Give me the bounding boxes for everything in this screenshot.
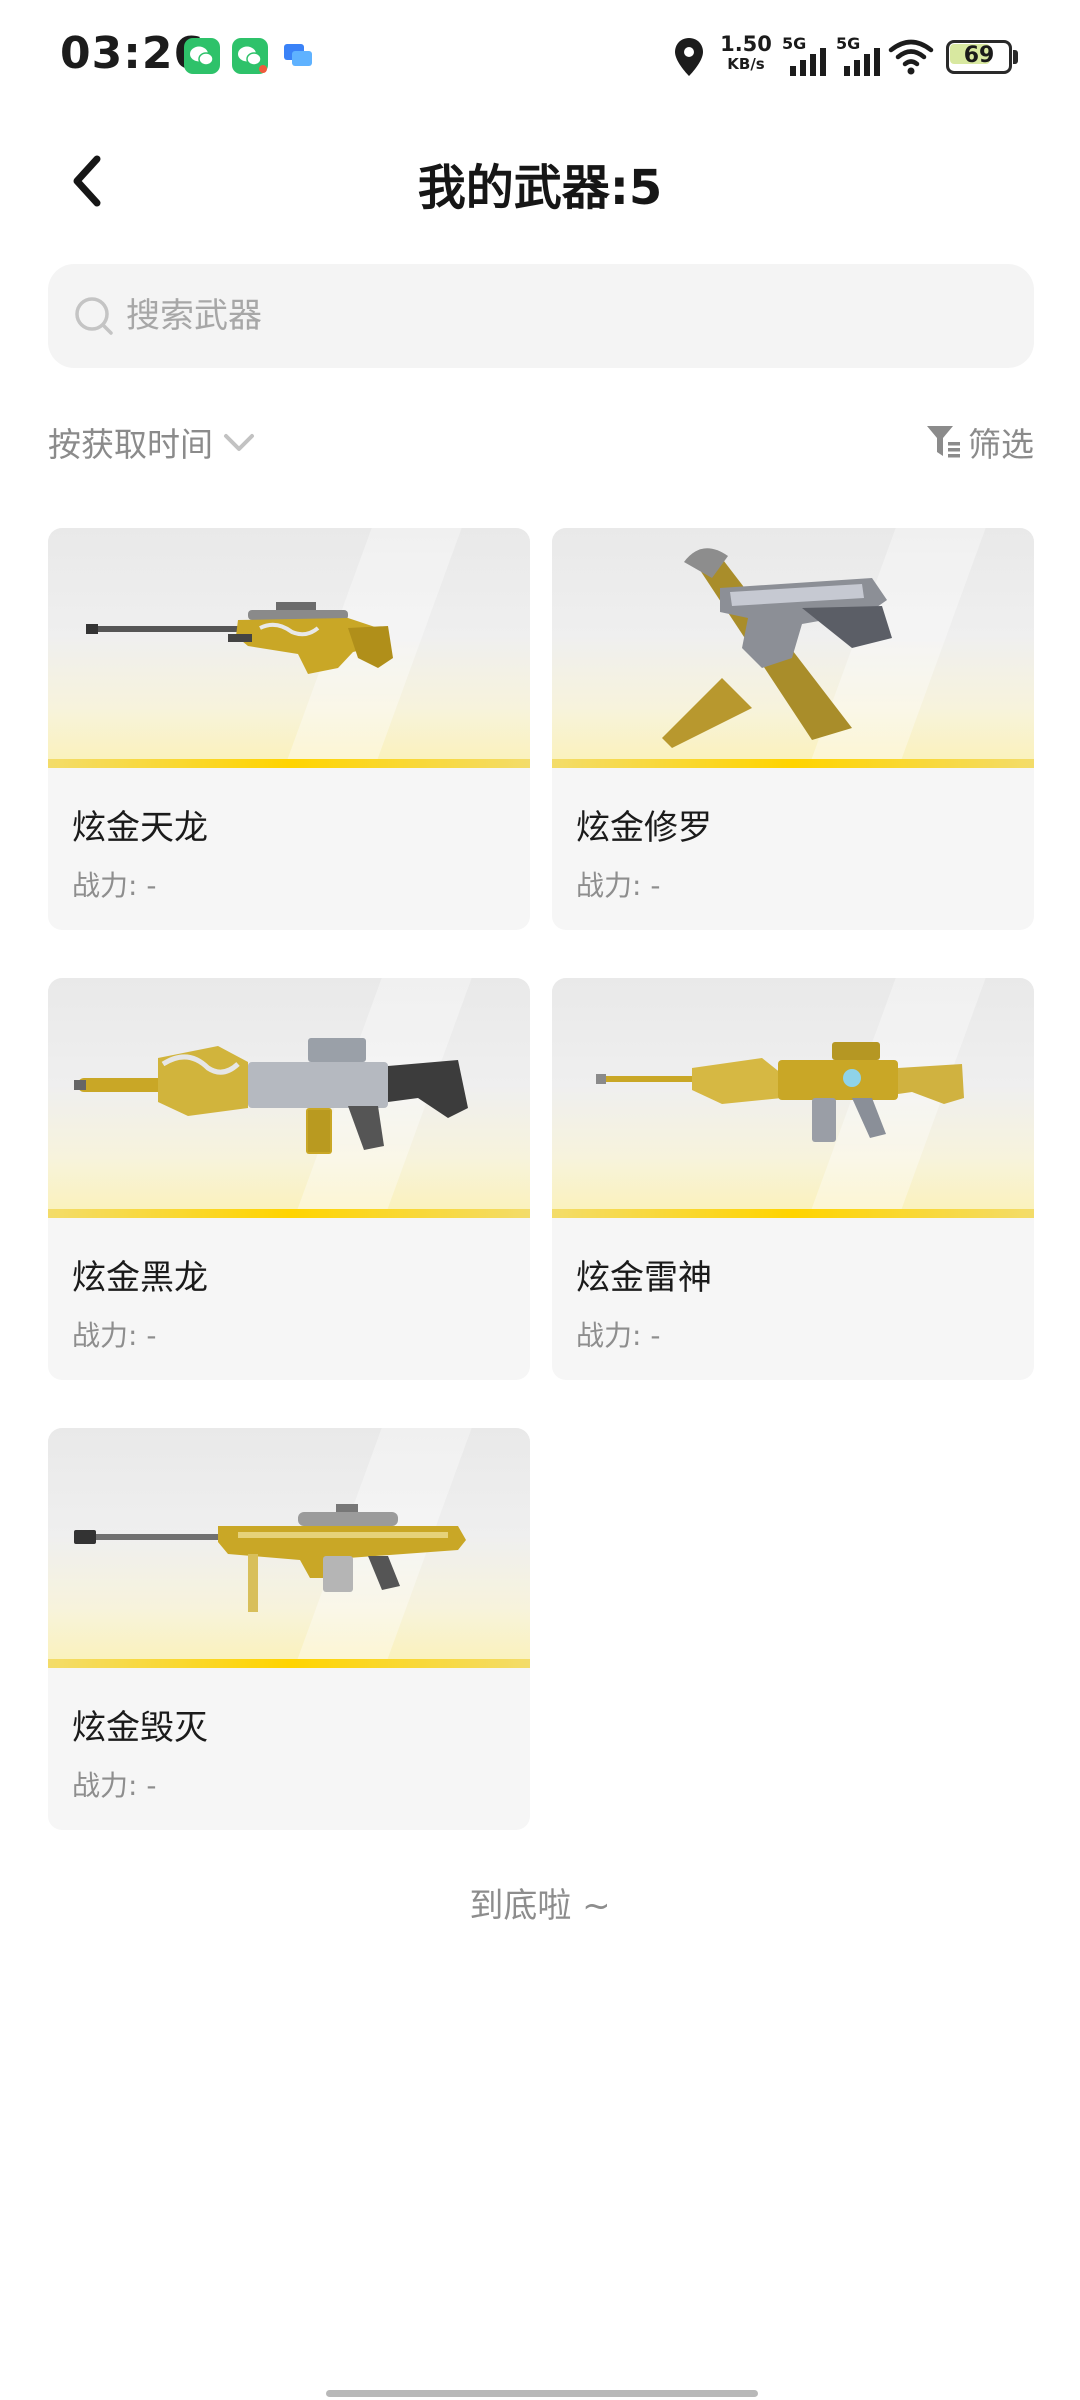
status-bar: 03:26 1.50 KB/s 5G 5G 69 bbox=[0, 0, 1080, 116]
signal-2: 5G bbox=[836, 34, 886, 76]
weapon-card[interactable]: 炫金修罗 战力: - bbox=[552, 528, 1034, 930]
weapon-image bbox=[552, 528, 1034, 768]
weapon-name: 炫金修罗 bbox=[576, 808, 712, 848]
pistol-knife-icon bbox=[662, 548, 892, 748]
chevron-down-icon bbox=[224, 434, 254, 451]
wifi-icon bbox=[888, 39, 934, 75]
weapon-card[interactable]: 炫金毁灭 战力: - bbox=[48, 1428, 530, 1830]
weapon-image bbox=[48, 978, 530, 1218]
signal-1: 5G bbox=[782, 34, 832, 76]
sort-dropdown[interactable]: 按获取时间 bbox=[48, 414, 257, 470]
weapon-card[interactable]: 炫金雷神 战力: - bbox=[552, 978, 1034, 1380]
rifle-icon bbox=[596, 1042, 964, 1142]
weapon-name: 炫金毁灭 bbox=[72, 1708, 208, 1748]
weapon-power: 战力: - bbox=[576, 869, 661, 902]
sort-label: 按获取时间 bbox=[48, 425, 213, 464]
battery-level: 69 bbox=[963, 43, 995, 68]
weapon-card[interactable]: 炫金黑龙 战力: - bbox=[48, 978, 530, 1380]
weapon-image bbox=[552, 978, 1034, 1218]
network-speed: 1.50 KB/s bbox=[720, 32, 772, 74]
message-icon bbox=[280, 38, 316, 74]
page-title: 我的武器:5 bbox=[417, 160, 663, 216]
weapon-image bbox=[48, 528, 530, 768]
weapon-name: 炫金雷神 bbox=[576, 1258, 712, 1298]
wechat-icon bbox=[184, 38, 220, 74]
list-end-text: 到底啦 ~ bbox=[469, 1886, 611, 1926]
heavy-sniper-icon bbox=[74, 1504, 466, 1612]
weapon-power: 战力: - bbox=[72, 1319, 157, 1352]
filter-label: 筛选 bbox=[968, 425, 1034, 464]
weapon-power: 战力: - bbox=[576, 1319, 661, 1352]
location-icon bbox=[675, 38, 703, 76]
signal-bars-icon bbox=[844, 48, 880, 76]
weapon-power: 战力: - bbox=[72, 869, 157, 902]
home-indicator[interactable] bbox=[326, 2390, 758, 2397]
search-box[interactable] bbox=[48, 264, 1034, 368]
filter-button[interactable]: 筛选 bbox=[924, 414, 1034, 470]
search-input[interactable] bbox=[124, 282, 1004, 350]
signal-bars-icon bbox=[790, 48, 826, 76]
weapon-card[interactable]: 炫金天龙 战力: - bbox=[48, 528, 530, 930]
weapon-image bbox=[48, 1428, 530, 1668]
filter-icon bbox=[927, 426, 960, 458]
sniper-rifle-icon bbox=[86, 602, 393, 674]
weapon-name: 炫金黑龙 bbox=[72, 1258, 208, 1298]
search-icon bbox=[75, 297, 113, 335]
battery-icon: 69 bbox=[946, 40, 1018, 74]
weapon-power: 战力: - bbox=[72, 1769, 157, 1802]
weapon-name: 炫金天龙 bbox=[72, 808, 208, 848]
wechat-icon bbox=[232, 38, 268, 74]
header: 我的武器:5 bbox=[0, 116, 1080, 246]
assault-rifle-icon bbox=[74, 1038, 468, 1154]
